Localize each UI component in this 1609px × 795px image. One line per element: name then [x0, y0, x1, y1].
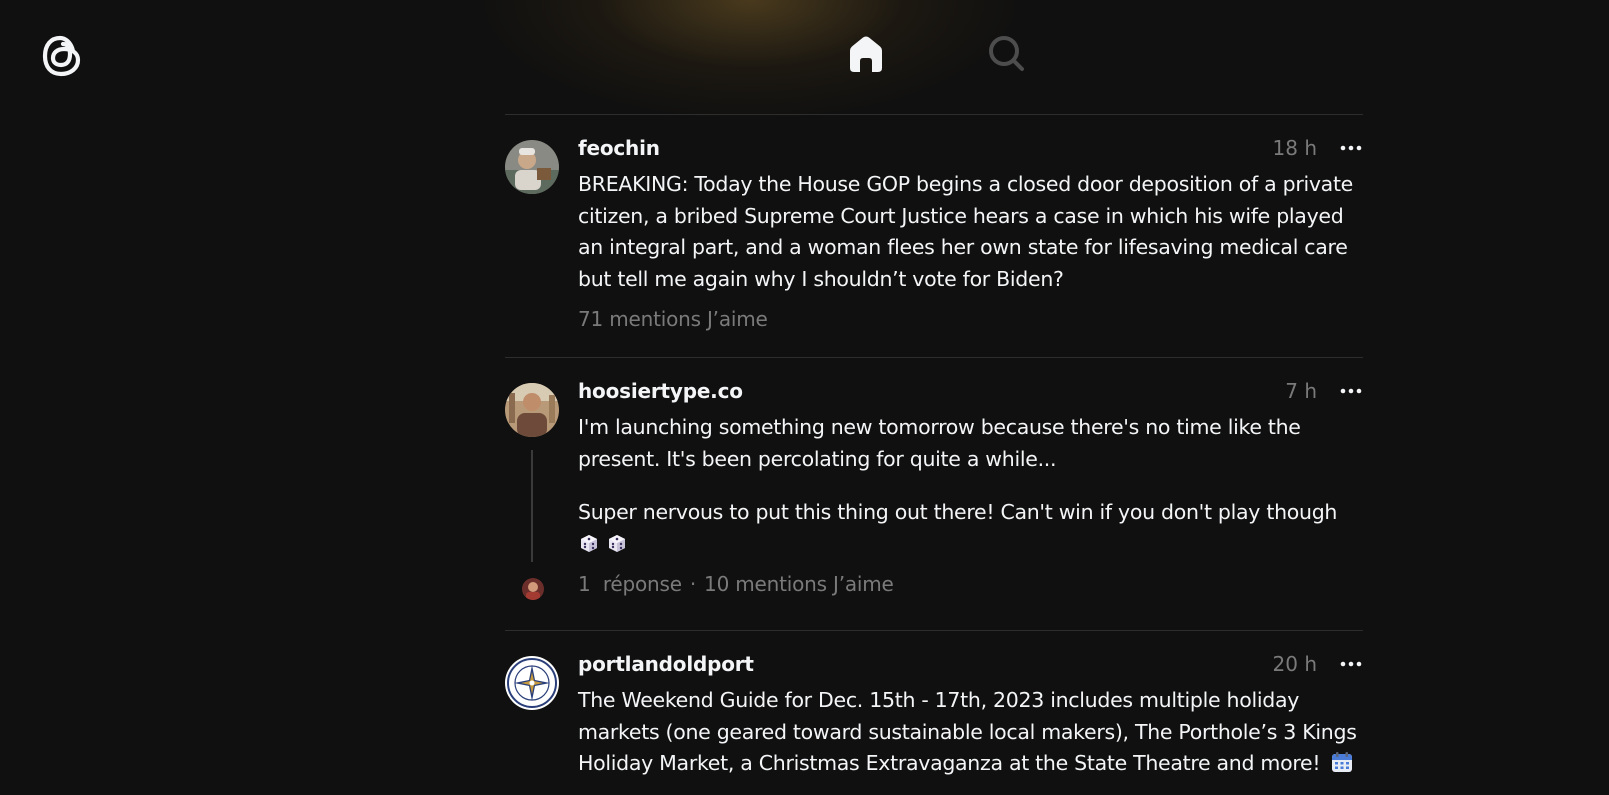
post-text: I'm launching something new tomorrow bec…: [578, 412, 1363, 560]
home-icon[interactable]: [842, 30, 890, 78]
avatar[interactable]: [505, 383, 559, 437]
post-text: BREAKING: Today the House GOP begins a c…: [578, 169, 1363, 295]
post-paragraph: BREAKING: Today the House GOP begins a c…: [578, 172, 1353, 291]
dice-emoji: [606, 532, 628, 554]
replies-count[interactable]: 1 réponse: [578, 572, 682, 596]
post-paragraph: I'm launching something new tomorrow bec…: [578, 415, 1301, 471]
calendar-emoji: [1330, 750, 1354, 774]
post-paragraph-text: The Weekend Guide for Dec. 15th - 17th, …: [578, 688, 1357, 775]
more-icon[interactable]: [1339, 652, 1363, 676]
post-hoosiertype[interactable]: hoosiertype.co 7 h I'm launching somethi…: [505, 358, 1363, 630]
post-feochin[interactable]: feochin 18 h BREAKING: Today the House G…: [505, 115, 1363, 357]
post-text: The Weekend Guide for Dec. 15th - 17th, …: [578, 685, 1363, 780]
more-icon[interactable]: [1339, 136, 1363, 160]
thread-line: [531, 450, 533, 562]
username[interactable]: feochin: [578, 136, 660, 160]
top-navigation: [505, 0, 1363, 115]
dice-emoji: [578, 532, 600, 554]
separator: ·: [689, 572, 697, 596]
feed: feochin 18 h BREAKING: Today the House G…: [505, 114, 1363, 795]
search-icon[interactable]: [983, 30, 1031, 78]
username[interactable]: hoosiertype.co: [578, 379, 743, 403]
avatar[interactable]: [505, 140, 559, 194]
timestamp[interactable]: 18 h: [1273, 136, 1317, 160]
post-portlandoldport[interactable]: portlandoldport 20 h The Weekend Guide f…: [505, 631, 1363, 795]
post-paragraph: The Weekend Guide for Dec. 15th - 17th, …: [578, 685, 1363, 780]
username[interactable]: portlandoldport: [578, 652, 754, 676]
timestamp[interactable]: 20 h: [1273, 652, 1317, 676]
reply-avatar[interactable]: [522, 578, 544, 600]
threads-logo-icon[interactable]: [40, 30, 86, 80]
likes-count[interactable]: 10 mentions J’aime: [704, 572, 894, 596]
post-paragraph: Super nervous to put this thing out ther…: [578, 497, 1363, 560]
more-icon[interactable]: [1339, 379, 1363, 403]
avatar[interactable]: [505, 656, 559, 710]
post-paragraph-text: Super nervous to put this thing out ther…: [578, 500, 1338, 524]
threads-page: feochin 18 h BREAKING: Today the House G…: [0, 0, 1609, 795]
timestamp[interactable]: 7 h: [1285, 379, 1317, 403]
post-stats: 71 mentions J’aime: [578, 307, 1363, 331]
post-stats: 1 réponse · 10 mentions J’aime: [578, 572, 1363, 596]
likes-count[interactable]: 71 mentions J’aime: [578, 307, 768, 331]
